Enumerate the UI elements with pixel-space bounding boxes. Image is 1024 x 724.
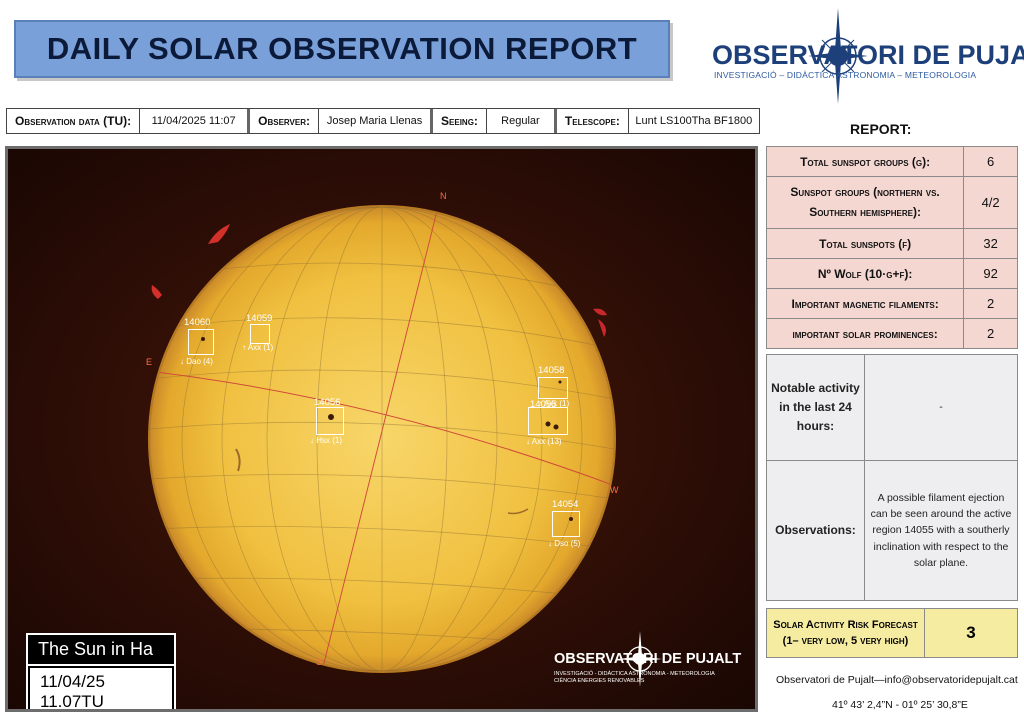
panel-logo-name: OBSERVATORI DE PUJALT — [554, 651, 742, 667]
report-label: important solar prominences: — [765, 318, 965, 349]
report-value: 4/2 — [963, 176, 1018, 229]
risk-forecast: Solar Activity Risk Forecast (1– very lo… — [766, 608, 1018, 658]
report-label: Important magnetic filaments: — [765, 288, 965, 319]
region-box-14059 — [250, 324, 270, 344]
region-label-14060: 14060 — [184, 317, 211, 328]
forecast-label: Solar Activity Risk Forecast (1– very lo… — [767, 609, 925, 657]
region-box-14056 — [316, 407, 344, 435]
region-box-14054 — [552, 511, 580, 537]
report-value: 2 — [963, 318, 1018, 349]
compass-south: S — [316, 657, 323, 667]
date-value: 11/04/2025 11:07 — [140, 109, 251, 133]
telescope-label: Telescope: — [556, 109, 629, 133]
sun-h-alpha-image: N S E W 14060 ↓ Dao (4) 14059 ↑ Axx (1) … — [5, 146, 758, 712]
logo-name: OBSERVATORI DE PUJALT — [712, 40, 1024, 70]
report-row-sunspots: Total sunspots (f) 32 — [765, 228, 1018, 259]
observatory-logo: OBSERVATORI DE PUJALT INVESTIGACIÓ – DID… — [700, 4, 1024, 104]
forecast-value: 3 — [925, 609, 1017, 657]
activity-label: Notable activity in the last 24 hours: — [766, 354, 865, 461]
observations-label: Observations: — [766, 460, 865, 601]
observer-label: Observer: — [250, 109, 320, 133]
region-label-14058: 14058 — [538, 365, 565, 376]
report-value: 92 — [963, 258, 1018, 289]
footer-coordinates: 41º 43’ 2,4”N - 01º 25’ 30,8”E — [832, 699, 968, 711]
region-box-14055 — [528, 407, 568, 435]
observation-info-bar: Observation data (TU): 11/04/2025 11:07 … — [6, 108, 760, 134]
seeing-label: Seeing: — [433, 109, 487, 133]
region-label-14059: 14059 — [246, 313, 273, 324]
region-label-14056: 14056 — [314, 397, 341, 408]
observations-value: A possible filament ejection can be seen… — [863, 460, 1019, 601]
forecast-label-line1: Solar Activity Risk Forecast — [773, 618, 918, 631]
region-class-14059: ↑ Axx (1) — [242, 343, 274, 352]
region-box-14058 — [538, 377, 568, 399]
report-row-prominences: important solar prominences: 2 — [765, 318, 1018, 349]
report-row-filaments: Important magnetic filaments: 2 — [765, 288, 1018, 319]
region-label-14054: 14054 — [552, 499, 579, 510]
logo-subtitle: INVESTIGACIÓ – DIDÀCTICA ASTRONOMIA – ME… — [714, 70, 977, 80]
notes-row-activity: Notable activity in the last 24 hours: - — [766, 354, 1019, 461]
region-box-14060 — [188, 329, 214, 355]
observer-value: Josep Maria Llenas — [319, 109, 434, 133]
report-table: Total sunspot groups (g): 6 Sunspot grou… — [765, 146, 1018, 349]
activity-value: - — [863, 354, 1019, 461]
report-value: 2 — [963, 288, 1018, 319]
seeing-value: Regular — [487, 109, 557, 133]
region-class-14056: ↓ Hsx (1) — [310, 436, 342, 445]
page-title: DAILY SOLAR OBSERVATION REPORT — [46, 31, 638, 66]
compass-north: N — [440, 191, 447, 201]
report-row-groups: Total sunspot groups (g): 6 — [765, 146, 1018, 177]
date-label: Observation data (TU): — [7, 109, 141, 133]
forecast-label-line2: (1– very low, 5 very high) — [782, 635, 909, 647]
region-class-14060: ↓ Dao (4) — [180, 357, 213, 366]
compass-east: E — [146, 357, 153, 367]
region-class-14055: ↓ Axx (13) — [526, 437, 562, 446]
report-row-hemisphere: Sunspot groups (northern vs. Southern he… — [765, 176, 1018, 229]
telescope-value: Lunt LS100Tha BF1800 — [635, 115, 753, 127]
caption-title: The Sun in Ha — [28, 635, 174, 666]
sun-disk — [148, 205, 616, 673]
notes-row-observations: Observations: A possible filament ejecti… — [766, 460, 1019, 601]
report-value: 6 — [963, 146, 1018, 177]
report-label: Total sunspot groups (g): — [765, 146, 965, 177]
report-heading: REPORT: — [850, 121, 912, 137]
image-caption: The Sun in Ha 11/04/25 11.07TU — [26, 633, 176, 709]
region-class-14054: ↓ Dso (5) — [548, 539, 581, 548]
notes-table: Notable activity in the last 24 hours: -… — [766, 354, 1019, 601]
report-label: Nº Wolf (10·g+f): — [765, 258, 965, 289]
report-label: Sunspot groups (northern vs. Southern he… — [765, 176, 965, 229]
report-label: Total sunspots (f) — [765, 228, 965, 259]
compass-west: W — [610, 485, 619, 495]
report-title-banner: DAILY SOLAR OBSERVATION REPORT — [14, 20, 670, 78]
panel-logo-sub1: INVESTIGACIÓ - DIDÀCTICA ASTRONOMIA - ME… — [554, 671, 715, 677]
panel-watermark-logo: OBSERVATORI DE PUJALT INVESTIGACIÓ - DID… — [554, 631, 754, 697]
report-row-wolf: Nº Wolf (10·g+f): 92 — [765, 258, 1018, 289]
caption-date: 11/04/25 11.07TU — [28, 666, 174, 709]
footer-contact: Observatori de Pujalt—info@observatoride… — [776, 674, 1018, 686]
region-label-14055: 14055 — [530, 399, 557, 410]
panel-logo-sub2: CIÈNCIA ENERGIES RENOVABLES — [554, 678, 645, 684]
report-value: 32 — [963, 228, 1018, 259]
